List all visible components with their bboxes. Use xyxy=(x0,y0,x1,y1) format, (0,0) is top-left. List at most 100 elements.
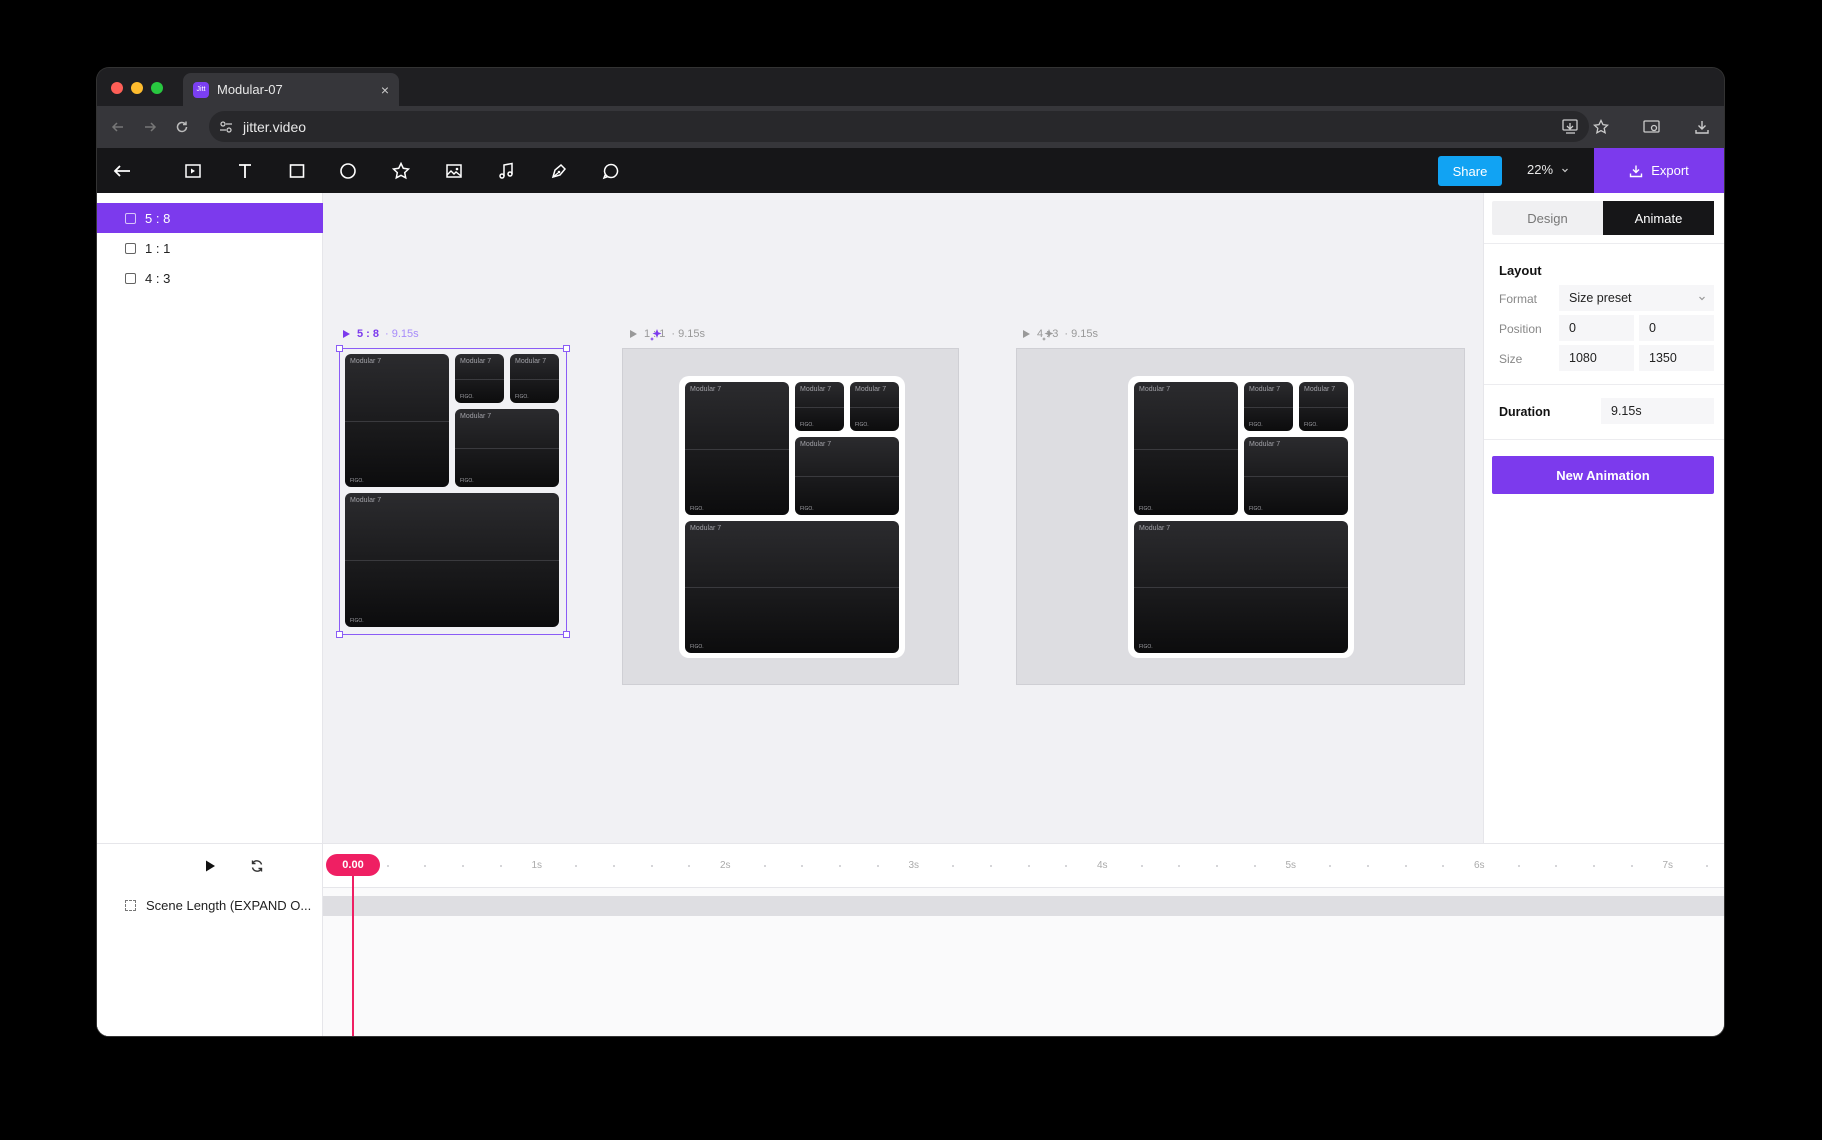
canvas[interactable]: 5 : 8 · 9.15s Modular 7 FIGO. Modular 7 FI… xyxy=(323,193,1506,843)
card[interactable]: Modular 7 FIGO. xyxy=(685,382,789,515)
comment-icon[interactable] xyxy=(599,159,623,183)
card[interactable]: Modular 7 FIGO. xyxy=(1134,382,1238,515)
timeline: Scene Length (EXPAND O... 1s 2s 3s 4s 5s 6s 7s… xyxy=(97,843,1724,1036)
layout-title: Layout xyxy=(1499,263,1542,278)
size-height-input[interactable]: 1350 xyxy=(1639,345,1714,371)
scene-frame-icon xyxy=(125,212,136,224)
play-icon[interactable] xyxy=(628,329,638,339)
scene-icon[interactable] xyxy=(181,159,205,183)
ellipse-icon[interactable] xyxy=(336,159,360,183)
card[interactable]: Modular 7 FIGO. xyxy=(685,521,899,653)
card[interactable]: Modular 7 FIGO. xyxy=(795,382,844,431)
format-select[interactable]: Size preset xyxy=(1559,285,1714,311)
image-icon[interactable] xyxy=(442,159,466,183)
card[interactable]: Modular 7 FIGO. xyxy=(850,382,899,431)
frame-4-3[interactable]: Modular 7 FIGO. Modular 7 FIGO. Modular 7F… xyxy=(1016,348,1465,685)
scene-item-1-1[interactable]: 1 : 1 xyxy=(97,233,323,263)
downloads-icon[interactable] xyxy=(1694,106,1710,148)
resize-handle[interactable] xyxy=(336,345,343,352)
scene-frame-icon xyxy=(125,242,136,254)
ruler-dot xyxy=(1517,865,1520,867)
frame-label-5-8[interactable]: 5 : 8 · 9.15s xyxy=(341,328,419,340)
frame-5-8[interactable]: Modular 7 FIGO. Modular 7 FIGO. Modular 7F… xyxy=(336,345,570,638)
position-y-input[interactable]: 0 xyxy=(1639,315,1714,341)
panel-tabs: Design Animate xyxy=(1492,201,1714,235)
play-icon[interactable] xyxy=(1021,329,1031,339)
maximize-window-button[interactable] xyxy=(151,82,163,94)
resize-handle[interactable] xyxy=(336,631,343,638)
timeline-controls: Scene Length (EXPAND O... xyxy=(97,844,323,1036)
track-scene-length[interactable]: Scene Length (EXPAND O... xyxy=(125,898,311,913)
ruler-dot xyxy=(1329,865,1332,867)
new-animation-button[interactable]: New Animation xyxy=(1492,456,1714,494)
position-x-input[interactable]: 0 xyxy=(1559,315,1634,341)
export-button[interactable]: Export xyxy=(1594,148,1724,193)
minimize-window-button[interactable] xyxy=(131,82,143,94)
play-icon[interactable] xyxy=(203,859,217,873)
site-settings-icon[interactable] xyxy=(219,120,233,134)
size-width-input[interactable]: 1080 xyxy=(1559,345,1634,371)
ruler-dot xyxy=(462,865,465,867)
download-icon xyxy=(1630,165,1643,177)
duration-label: Duration xyxy=(1499,405,1551,419)
tab-close-icon[interactable]: × xyxy=(381,82,389,98)
position-label: Position xyxy=(1499,322,1542,336)
scene-length-bar[interactable] xyxy=(323,896,1724,916)
frame-1-1[interactable]: Modular 7 FIGO. Modular 7 FIGO. Modular 7F… xyxy=(622,348,959,685)
ruler-dot xyxy=(688,865,691,867)
reload-icon[interactable] xyxy=(171,116,193,138)
resize-handle[interactable] xyxy=(563,631,570,638)
frame-label-4-3[interactable]: 4 : 3 · 9.15s xyxy=(1021,328,1098,340)
ruler-dot xyxy=(1178,865,1181,867)
resize-handle[interactable] xyxy=(563,345,570,352)
url-text: jitter.video xyxy=(243,118,307,135)
back-arrow-icon[interactable] xyxy=(110,159,134,183)
selection-box xyxy=(339,348,567,635)
share-button[interactable]: Share xyxy=(1438,156,1502,186)
pen-icon[interactable] xyxy=(547,159,571,183)
address-bar[interactable]: jitter.video xyxy=(209,111,1589,142)
app-toolbar: Share 22% Export xyxy=(97,148,1724,193)
timeline-ruler[interactable]: 1s 2s 3s 4s 5s 6s 7s xyxy=(323,844,1724,888)
card[interactable]: Modular 7 FIGO. xyxy=(1134,521,1348,653)
back-icon[interactable] xyxy=(107,116,129,138)
install-app-icon[interactable] xyxy=(1562,106,1580,148)
ruler-dot xyxy=(424,865,427,867)
tab-search-icon[interactable] xyxy=(1643,106,1661,148)
card[interactable]: Modular 7 FIGO. xyxy=(795,437,899,515)
rectangle-icon[interactable] xyxy=(285,159,309,183)
ruler-tick-label: 2s xyxy=(720,860,731,871)
ruler-dot xyxy=(1706,865,1709,867)
format-value: Size preset xyxy=(1569,291,1632,305)
text-icon[interactable] xyxy=(233,159,257,183)
ruler-dot xyxy=(1027,865,1030,867)
bookmark-star-icon[interactable] xyxy=(1593,106,1609,148)
frame-name: 1 : 1 xyxy=(644,328,666,340)
ruler-dot xyxy=(1630,865,1633,867)
star-icon[interactable] xyxy=(389,159,413,183)
scene-item-4-3[interactable]: 4 : 3 xyxy=(97,263,323,293)
music-icon[interactable] xyxy=(494,159,518,183)
playhead-time[interactable]: 0.00 xyxy=(326,854,380,876)
ruler-tick-label: 5s xyxy=(1285,860,1297,871)
ruler-dot xyxy=(876,865,879,867)
ruler-dot xyxy=(1253,865,1256,867)
tab-design[interactable]: Design xyxy=(1492,201,1603,235)
browser-tab[interactable]: Jitt Modular-07 × xyxy=(183,73,399,106)
scene-item-5-8[interactable]: 5 : 8 xyxy=(97,203,323,233)
play-icon[interactable] xyxy=(341,329,351,339)
forward-icon[interactable] xyxy=(139,116,161,138)
tab-animate[interactable]: Animate xyxy=(1603,201,1714,235)
card[interactable]: Modular 7 FIGO. xyxy=(1244,382,1293,431)
duration-input[interactable]: 9.15s xyxy=(1601,398,1714,424)
close-window-button[interactable] xyxy=(111,82,123,94)
frame-name: 5 : 8 xyxy=(357,328,380,340)
frame-label-1-1[interactable]: 1 : 1 · 9.15s xyxy=(628,328,705,340)
card[interactable]: Modular 7 FIGO. xyxy=(1244,437,1348,515)
properties-panel: Design Animate Layout Format Size preset… xyxy=(1483,193,1724,843)
playhead-line[interactable] xyxy=(352,874,354,1036)
card[interactable]: Modular 7 FIGO. xyxy=(1299,382,1348,431)
ruler-dot xyxy=(1442,865,1445,867)
zoom-dropdown[interactable]: 22% xyxy=(1527,162,1569,177)
loop-icon[interactable] xyxy=(250,859,264,873)
